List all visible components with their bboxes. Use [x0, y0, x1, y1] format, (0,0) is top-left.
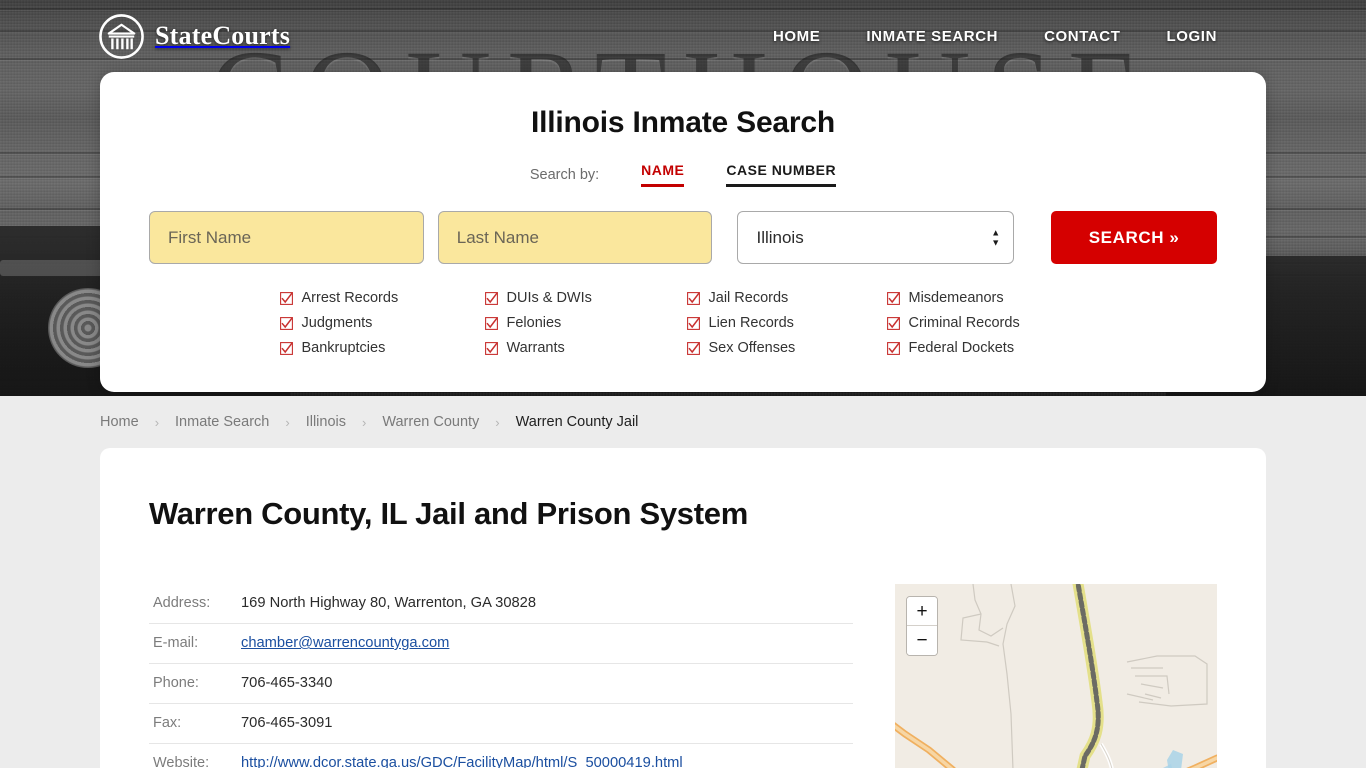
breadcrumb-item-current: Warren County Jail [515, 414, 639, 430]
row-value-address: 169 North Highway 80, Warrenton, GA 3082… [241, 595, 537, 611]
record-type-label: Lien Records [708, 315, 794, 331]
hero-banner: COURTHOUSE StateCourts HOM [0, 0, 1366, 396]
row-label-email: E-mail: [153, 635, 199, 651]
minus-icon[interactable]: − [907, 626, 937, 655]
record-type-label: Warrants [506, 340, 565, 356]
chevron-right-icon: › [285, 414, 290, 430]
row-label-phone: Phone: [153, 675, 199, 691]
facility-detail-card: Warren County, IL Jail and Prison System… [100, 448, 1266, 768]
checked-box-icon [686, 316, 700, 330]
checked-box-icon [886, 341, 900, 355]
record-type-item[interactable]: Misdemeanors [886, 290, 1087, 306]
chevron-right-icon: › [361, 414, 367, 430]
breadcrumb: Home › Inmate Search › Illinois › Warren… [0, 396, 1366, 448]
nav-item-inmate-search[interactable]: INMATE SEARCH [866, 22, 998, 51]
breadcrumb-item-home[interactable]: Home [100, 414, 139, 430]
checked-box-icon [484, 291, 498, 305]
record-type-item[interactable]: Sex Offenses [686, 340, 887, 356]
map-canvas [895, 584, 1217, 768]
record-type-item[interactable]: Felonies [484, 315, 687, 331]
row-value-phone: 706-465-3340 [241, 675, 333, 691]
record-type-label: Sex Offenses [708, 340, 796, 356]
record-type-item[interactable]: Arrest Records [279, 290, 485, 306]
table-row: Fax: 706-465-3091 [149, 704, 853, 744]
email-link[interactable]: chamber@warrencountyga.com [241, 635, 449, 651]
record-type-item[interactable]: Federal Dockets [886, 340, 1087, 356]
search-card-title: Illinois Inmate Search [530, 106, 836, 139]
record-type-label: Bankruptcies [301, 340, 386, 356]
checked-box-icon [279, 316, 293, 330]
row-label-fax: Fax: [153, 715, 182, 731]
top-navigation-bar: StateCourts HOME INMATE SEARCH CONTACT L… [0, 0, 1366, 72]
breadcrumb-item-inmate-search[interactable]: Inmate Search [175, 414, 269, 430]
record-type-item[interactable]: DUIs & DWIs [484, 290, 687, 306]
row-label-website: Website: [153, 755, 210, 768]
nav-item-home[interactable]: HOME [773, 22, 820, 51]
checked-box-icon [484, 341, 498, 355]
brand-logo-link[interactable]: StateCourts [98, 13, 290, 60]
chevron-right-icon: › [154, 414, 160, 430]
checked-box-icon [686, 341, 700, 355]
search-form: Illinois ▲▼ SEARCH » [149, 211, 1217, 264]
table-row: Address: 169 North Highway 80, Warrenton… [149, 584, 853, 624]
chevron-right-icon: › [495, 414, 500, 430]
record-type-item[interactable]: Warrants [484, 340, 687, 356]
table-row: Website: http://www.dcor.state.ga.us/GDC… [149, 744, 853, 768]
record-type-label: Judgments [301, 315, 373, 331]
row-value-website: http://www.dcor.state.ga.us/GDC/Facility… [241, 744, 853, 768]
primary-nav: HOME INMATE SEARCH CONTACT LOGIN [773, 22, 1217, 51]
nav-item-login[interactable]: LOGIN [1167, 22, 1218, 51]
record-type-item[interactable]: Jail Records [686, 290, 887, 306]
map-zoom-controls: + − [906, 596, 938, 656]
checked-box-icon [686, 291, 700, 305]
tab-name[interactable]: NAME [641, 162, 685, 187]
search-by-label: Search by: [529, 166, 600, 183]
record-type-label: Felonies [506, 315, 562, 331]
row-value-fax: 706-465-3091 [241, 715, 333, 731]
checked-box-icon [279, 291, 293, 305]
record-type-label: DUIs & DWIs [506, 290, 592, 306]
record-type-item[interactable]: Judgments [279, 315, 485, 331]
record-type-label: Arrest Records [301, 290, 399, 306]
website-link[interactable]: http://www.dcor.state.ga.us/GDC/Facility… [241, 755, 683, 768]
first-name-input[interactable] [149, 211, 424, 264]
row-value-email: chamber@warrencountyga.com [241, 624, 853, 664]
record-type-item[interactable]: Lien Records [686, 315, 887, 331]
tab-case-number[interactable]: CASE NUMBER [726, 162, 837, 187]
state-select[interactable]: Illinois [737, 211, 1015, 264]
brand-name: StateCourts [155, 21, 291, 50]
table-row: Phone: 706-465-3340 [149, 664, 853, 704]
nav-item-contact[interactable]: CONTACT [1044, 22, 1120, 51]
record-type-label: Misdemeanors [908, 290, 1004, 306]
table-row: E-mail: chamber@warrencountyga.com [149, 624, 853, 664]
record-type-label: Criminal Records [908, 315, 1020, 331]
checked-box-icon [886, 316, 900, 330]
record-type-item[interactable]: Criminal Records [886, 315, 1087, 331]
detail-body: Address: 169 North Highway 80, Warrenton… [149, 584, 1217, 768]
record-type-item[interactable]: Bankruptcies [279, 340, 485, 356]
search-by-tabs: Search by: NAME CASE NUMBER [149, 162, 1217, 187]
page-title: Warren County, IL Jail and Prison System [149, 496, 748, 531]
record-type-list: Arrest Records DUIs & DWIs Jail Records … [149, 290, 1217, 356]
breadcrumb-item-warren-county[interactable]: Warren County [382, 414, 479, 430]
record-type-label: Federal Dockets [908, 340, 1015, 356]
location-map[interactable]: + − [895, 584, 1217, 768]
breadcrumb-item-illinois[interactable]: Illinois [306, 414, 346, 430]
checked-box-icon [886, 291, 900, 305]
search-button[interactable]: SEARCH » [1051, 211, 1217, 264]
inmate-search-card: Illinois Inmate Search Search by: NAME C… [100, 72, 1266, 392]
courthouse-circle-icon [98, 13, 145, 60]
last-name-input[interactable] [437, 211, 713, 264]
checked-box-icon [484, 316, 498, 330]
checked-box-icon [279, 341, 293, 355]
row-label-address: Address: [153, 595, 211, 611]
facility-info-table: Address: 169 North Highway 80, Warrenton… [149, 584, 853, 768]
plus-icon[interactable]: + [907, 597, 937, 626]
state-select-wrapper: Illinois ▲ ▼ [737, 211, 1015, 264]
record-type-label: Jail Records [708, 290, 789, 306]
